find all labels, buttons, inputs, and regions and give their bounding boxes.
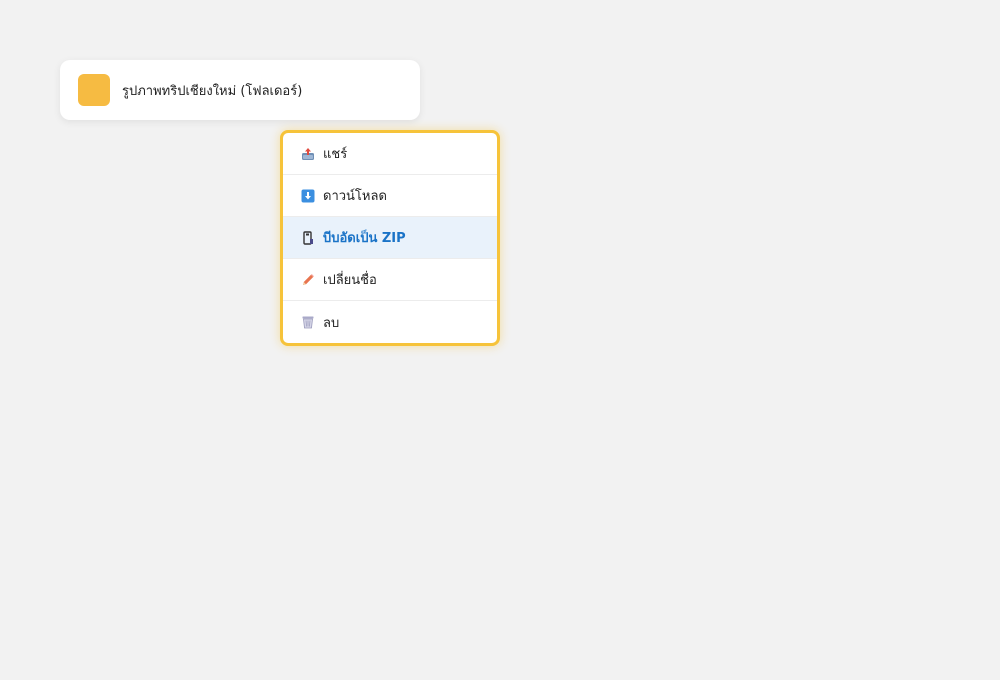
menu-item-label: เปลี่ยนชื่อ — [323, 273, 377, 288]
folder-icon — [78, 74, 110, 106]
menu-item-download[interactable]: ดาวน์โหลด — [283, 175, 497, 217]
folder-card[interactable]: รูปภาพทริปเชียงใหม่ (โฟลเดอร์) — [60, 60, 420, 120]
menu-item-label: ดาวน์โหลด — [323, 189, 387, 204]
zip-icon — [301, 230, 315, 245]
menu-item-label: บีบอัดเป็น ZIP — [323, 231, 406, 246]
menu-item-label: ลบ — [323, 315, 340, 331]
share-icon — [301, 147, 315, 161]
rename-icon — [301, 273, 315, 287]
menu-item-label: แชร์ — [323, 147, 348, 162]
trash-icon — [301, 315, 315, 329]
folder-name: รูปภาพทริปเชียงใหม่ (โฟลเดอร์) — [122, 83, 303, 99]
context-menu: แชร์ ดาวน์โหลด บีบอัดเป็น ZIP เปลี่ยนชื่… — [280, 130, 500, 346]
menu-item-rename[interactable]: เปลี่ยนชื่อ — [283, 259, 497, 301]
menu-item-share[interactable]: แชร์ — [283, 133, 497, 175]
menu-item-delete[interactable]: ลบ — [283, 301, 497, 343]
download-icon — [301, 189, 315, 203]
menu-item-compress-zip[interactable]: บีบอัดเป็น ZIP — [283, 217, 497, 259]
